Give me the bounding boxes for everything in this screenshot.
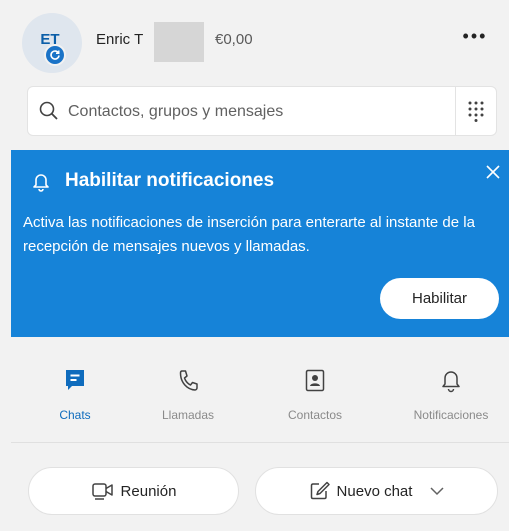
meeting-label: Reunión	[120, 482, 177, 500]
tab-calls[interactable]: Llamadas	[133, 362, 243, 432]
tab-label: Chats	[59, 408, 91, 422]
contacts-icon	[260, 368, 370, 396]
meeting-button[interactable]: Reunión	[28, 467, 239, 515]
tab-chats[interactable]: Chats	[20, 362, 130, 432]
tab-label: Contactos	[287, 408, 343, 422]
chevron-down-icon[interactable]	[430, 486, 444, 496]
phone-icon	[133, 368, 243, 396]
sidebar-panel: ET Enric T €0,00 ••• Habilita	[0, 0, 509, 531]
chat-icon	[20, 368, 130, 396]
credit-balance[interactable]: €0,00	[215, 31, 253, 48]
tab-notifications[interactable]: Notificaciones	[396, 362, 506, 432]
dialpad-icon[interactable]	[456, 86, 496, 136]
profile-header: ET Enric T €0,00 •••	[0, 0, 509, 80]
banner-text: Activa las notificaciones de inserción p…	[23, 214, 475, 255]
new-chat-label: Nuevo chat	[336, 482, 413, 500]
bell-icon	[32, 172, 50, 197]
enable-notifications-button[interactable]: Habilitar	[380, 278, 499, 319]
banner-title: Habilitar notificaciones	[65, 170, 275, 191]
new-chat-button[interactable]: Nuevo chat	[255, 467, 498, 515]
notification-banner: Habilitar notificaciones Activa las noti…	[11, 150, 509, 337]
tab-label: Llamadas	[161, 408, 215, 422]
tab-contacts[interactable]: Contactos	[260, 362, 370, 432]
compose-icon	[309, 481, 331, 501]
refresh-icon	[44, 44, 66, 66]
video-camera-icon	[91, 481, 115, 501]
more-options-button[interactable]: •••	[455, 26, 495, 54]
search-input[interactable]	[68, 98, 468, 126]
redacted-area	[154, 22, 204, 62]
bell-icon	[396, 368, 506, 396]
search-box[interactable]	[27, 86, 497, 136]
profile-name[interactable]: Enric T	[96, 31, 143, 48]
tab-label: Notificaciones	[413, 408, 489, 422]
search-icon	[38, 100, 60, 127]
close-icon[interactable]	[481, 160, 505, 184]
separator	[11, 442, 509, 443]
tab-bar: Chats Llamadas Contactos Notificaciones	[11, 362, 509, 432]
